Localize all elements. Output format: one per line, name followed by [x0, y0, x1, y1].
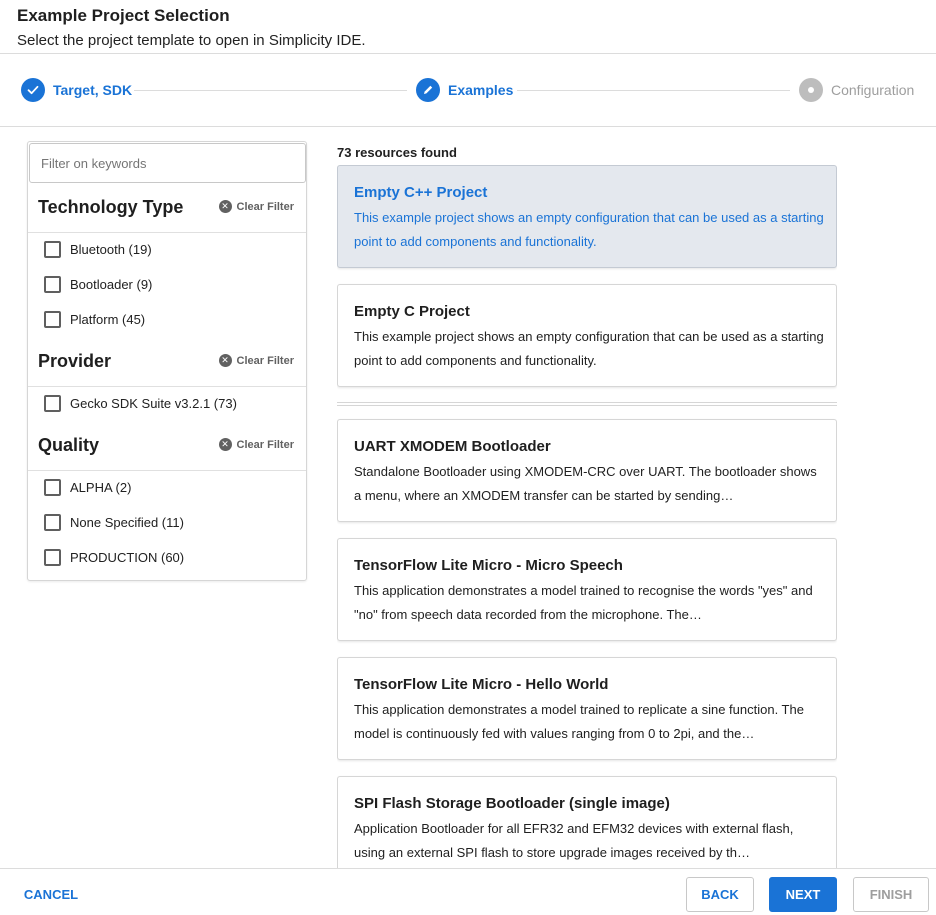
filter-option-bluetooth[interactable]: Bluetooth (19): [44, 239, 152, 259]
checkbox[interactable]: [44, 275, 61, 293]
facet-provider: Provider ✕ Clear Filter: [28, 337, 306, 387]
clear-filter-label: Clear Filter: [236, 438, 294, 451]
clear-filter-button[interactable]: ✕ Clear Filter: [218, 438, 294, 451]
cancel-button[interactable]: CANCEL: [14, 877, 88, 912]
step-examples[interactable]: Examples: [416, 78, 513, 102]
clear-filter-button[interactable]: ✕ Clear Filter: [218, 200, 294, 213]
keyword-filter-input[interactable]: [29, 143, 306, 183]
result-card[interactable]: TensorFlow Lite Micro - Micro Speech Thi…: [337, 538, 837, 641]
checkbox[interactable]: [44, 310, 61, 328]
filter-option-production[interactable]: PRODUCTION (60): [44, 547, 184, 567]
checkbox[interactable]: [44, 240, 61, 258]
pencil-icon: [416, 78, 440, 102]
filter-option-bootloader[interactable]: Bootloader (9): [44, 274, 152, 294]
result-title: TensorFlow Lite Micro - Hello World: [354, 676, 609, 693]
result-description: This example project shows an empty conf…: [354, 329, 824, 368]
result-description: This application demonstrates a model tr…: [354, 702, 804, 741]
results-count: 73 resources found: [337, 145, 457, 160]
filter-option-label: ALPHA (2): [70, 479, 132, 495]
result-card[interactable]: Empty C++ Project This example project s…: [337, 165, 837, 268]
filter-option-none-specified[interactable]: None Specified (11): [44, 512, 184, 532]
back-button[interactable]: BACK: [686, 877, 754, 912]
checkbox[interactable]: [44, 548, 61, 566]
list-divider: [337, 402, 837, 406]
filter-option-label: Bootloader (9): [70, 276, 153, 292]
step-connector: [134, 90, 407, 91]
result-title: Empty C Project: [354, 303, 470, 320]
clear-filter-label: Clear Filter: [236, 354, 294, 367]
step-label: Examples: [448, 82, 514, 98]
result-description: Application Bootloader for all EFR32 and…: [354, 821, 794, 860]
facet-technology-type: Technology Type ✕ Clear Filter: [28, 183, 306, 233]
step-target-sdk[interactable]: Target, SDK: [21, 78, 132, 102]
dialog-footer: CANCEL BACK NEXT FINISH: [0, 868, 936, 915]
filter-panel: Technology Type ✕ Clear Filter Bluetooth…: [27, 141, 307, 581]
dot-icon: [799, 78, 823, 102]
clear-icon: ✕: [218, 438, 232, 451]
clear-icon: ✕: [218, 200, 232, 213]
dialog-header: Example Project Selection Select the pro…: [0, 0, 936, 54]
finish-button: FINISH: [853, 877, 929, 912]
facet-title: Quality: [38, 435, 100, 455]
result-card[interactable]: TensorFlow Lite Micro - Hello World This…: [337, 657, 837, 760]
step-label: Target, SDK: [53, 82, 133, 98]
step-label: Configuration: [831, 82, 915, 98]
clear-icon: ✕: [218, 354, 232, 367]
result-description: This application demonstrates a model tr…: [354, 583, 813, 622]
facet-title: Technology Type: [38, 197, 184, 217]
result-title: UART XMODEM Bootloader: [354, 438, 551, 455]
checkbox[interactable]: [44, 478, 61, 496]
result-description: Standalone Bootloader using XMODEM-CRC o…: [354, 464, 817, 503]
dialog-subtitle: Select the project template to open in S…: [17, 32, 366, 49]
filter-option-gecko-sdk[interactable]: Gecko SDK Suite v3.2.1 (73): [44, 393, 237, 413]
next-button[interactable]: NEXT: [769, 877, 837, 912]
result-card[interactable]: UART XMODEM Bootloader Standalone Bootlo…: [337, 419, 837, 522]
results-list[interactable]: Empty C++ Project This example project s…: [337, 165, 837, 868]
filter-option-alpha[interactable]: ALPHA (2): [44, 477, 131, 497]
result-card[interactable]: SPI Flash Storage Bootloader (single ima…: [337, 776, 837, 868]
result-title: SPI Flash Storage Bootloader (single ima…: [354, 795, 670, 812]
result-title: TensorFlow Lite Micro - Micro Speech: [354, 557, 623, 574]
result-card[interactable]: Empty C Project This example project sho…: [337, 284, 837, 387]
check-icon: [21, 78, 45, 102]
step-connector: [517, 90, 790, 91]
filter-option-label: Gecko SDK Suite v3.2.1 (73): [70, 395, 237, 411]
facet-quality: Quality ✕ Clear Filter: [28, 421, 306, 471]
wizard-stepper: Target, SDK Examples Configuration: [0, 54, 936, 127]
clear-filter-button[interactable]: ✕ Clear Filter: [218, 354, 294, 367]
filter-option-label: Bluetooth (19): [70, 241, 152, 257]
result-description: This example project shows an empty conf…: [354, 210, 824, 249]
facet-title: Provider: [38, 351, 112, 371]
step-configuration: Configuration: [799, 78, 914, 102]
checkbox[interactable]: [44, 394, 61, 412]
result-title: Empty C++ Project: [354, 184, 488, 201]
filter-option-label: None Specified (11): [70, 514, 184, 530]
filter-option-label: Platform (45): [70, 311, 146, 327]
filter-option-label: PRODUCTION (60): [70, 549, 185, 565]
filter-option-platform[interactable]: Platform (45): [44, 309, 145, 329]
dialog-title: Example Project Selection: [17, 6, 230, 25]
checkbox[interactable]: [44, 513, 61, 531]
clear-filter-label: Clear Filter: [236, 200, 294, 213]
